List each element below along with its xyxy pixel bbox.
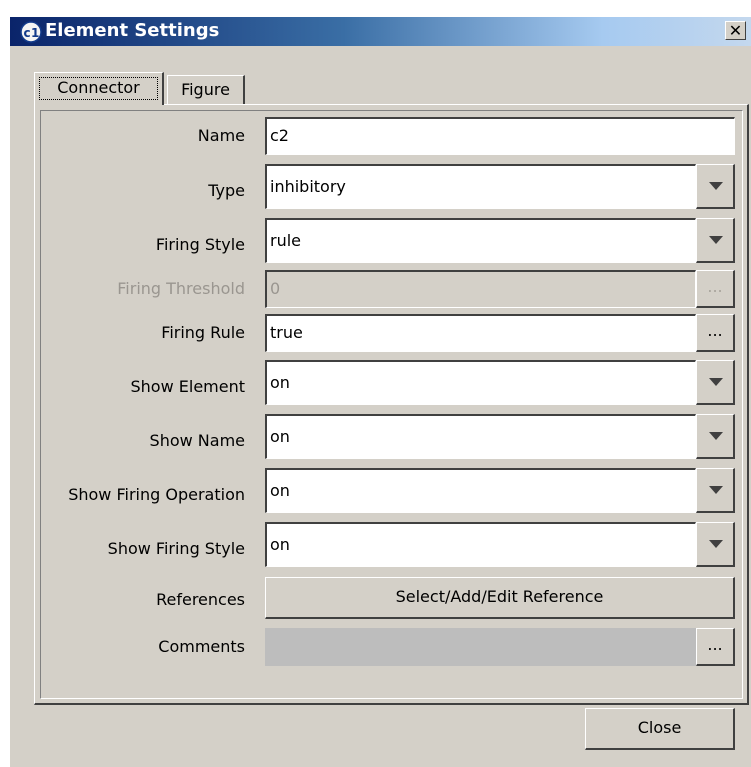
ellipsis-icon: ... — [707, 321, 723, 340]
firing-style-label: Firing Style — [155, 235, 245, 254]
close-window-button[interactable]: ✕ — [725, 21, 746, 40]
references-label: References — [156, 590, 245, 609]
svg-text:1: 1 — [31, 26, 39, 40]
ellipsis-icon: ... — [707, 635, 723, 654]
show-name-label: Show Name — [149, 431, 245, 450]
firing-threshold-ellipsis-button: ... — [696, 270, 735, 308]
show-firing-operation-label: Show Firing Operation — [68, 485, 245, 504]
chevron-down-icon — [709, 432, 723, 440]
title-bar[interactable]: c 1 Element Settings ✕ — [10, 17, 751, 46]
chevron-down-icon — [709, 540, 723, 548]
close-button-label: Close — [637, 718, 682, 737]
firing-style-select[interactable]: rule — [265, 218, 696, 263]
name-field[interactable]: c2 — [265, 117, 735, 155]
window-title: Element Settings — [45, 20, 220, 41]
chevron-down-icon — [709, 486, 723, 494]
chevron-down-icon — [709, 182, 723, 190]
ellipsis-icon: ... — [707, 277, 723, 296]
type-select[interactable]: inhibitory — [265, 164, 696, 209]
tab-connector-label: Connector — [39, 77, 158, 100]
name-label: Name — [197, 126, 245, 145]
show-firing-style-dropdown-button[interactable] — [696, 522, 735, 567]
close-icon: ✕ — [728, 21, 743, 40]
show-element-select[interactable]: on — [265, 360, 696, 405]
show-firing-operation-select[interactable]: on — [265, 468, 696, 513]
tab-figure[interactable]: Figure — [167, 75, 245, 104]
show-firing-operation-dropdown-button[interactable] — [696, 468, 735, 513]
show-element-dropdown-button[interactable] — [696, 360, 735, 405]
firing-threshold-label: Firing Threshold — [117, 279, 245, 298]
type-dropdown-button[interactable] — [696, 164, 735, 209]
close-button[interactable]: Close — [585, 708, 735, 750]
show-firing-style-select[interactable]: on — [265, 522, 696, 567]
reference-button-label: Select/Add/Edit Reference — [395, 587, 604, 606]
comments-field[interactable] — [265, 628, 696, 666]
type-label: Type — [208, 181, 245, 200]
firing-rule-field[interactable]: true — [265, 314, 696, 352]
firing-rule-label: Firing Rule — [161, 323, 245, 342]
show-firing-style-label: Show Firing Style — [107, 539, 245, 558]
tab-connector[interactable]: Connector — [34, 72, 164, 105]
tab-figure-label: Figure — [181, 80, 230, 99]
show-name-select[interactable]: on — [265, 414, 696, 459]
select-add-edit-reference-button[interactable]: Select/Add/Edit Reference — [265, 577, 735, 619]
firing-threshold-field: 0 — [265, 270, 696, 308]
comments-ellipsis-button[interactable]: ... — [696, 628, 735, 666]
element-settings-dialog: c 1 Element Settings ✕ Connector Figure … — [10, 17, 751, 767]
show-name-dropdown-button[interactable] — [696, 414, 735, 459]
show-element-label: Show Element — [130, 377, 246, 396]
chevron-down-icon — [709, 236, 723, 244]
comments-label: Comments — [158, 637, 245, 656]
app-icon: c 1 — [20, 21, 42, 43]
chevron-down-icon — [709, 378, 723, 386]
firing-style-dropdown-button[interactable] — [696, 218, 735, 263]
firing-rule-ellipsis-button[interactable]: ... — [696, 314, 735, 352]
svg-text:c: c — [24, 26, 31, 40]
